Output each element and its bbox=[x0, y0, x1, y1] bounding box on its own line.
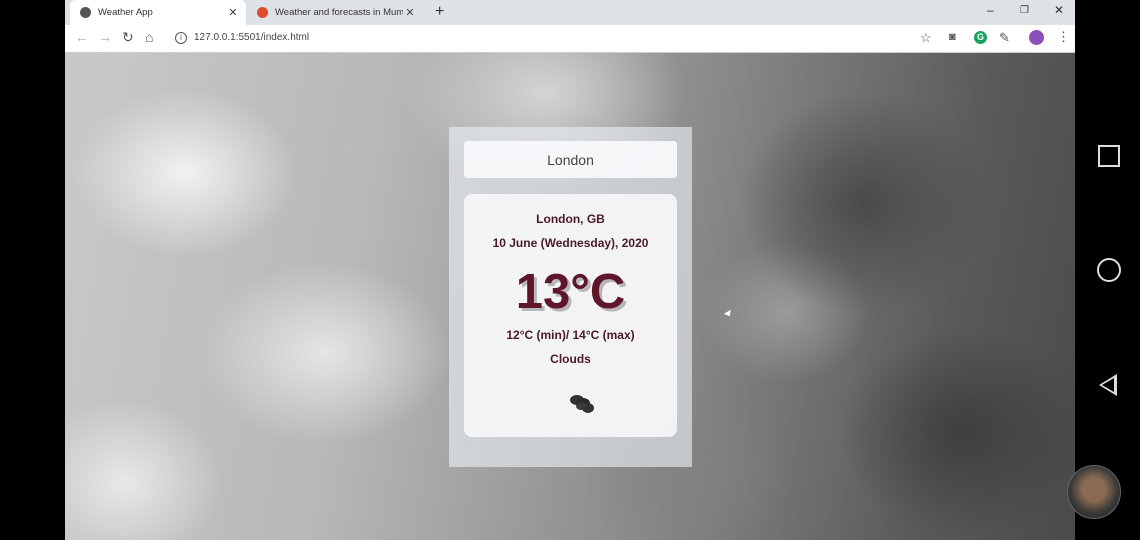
browser-window: Weather App ✕ Weather and forecasts in M… bbox=[65, 0, 1075, 540]
android-nav-bar bbox=[1075, 0, 1140, 540]
city-search-input[interactable] bbox=[464, 141, 677, 178]
close-tab-icon[interactable]: ✕ bbox=[403, 6, 417, 19]
home-icon[interactable]: ⌂ bbox=[145, 29, 153, 45]
minimize-button[interactable]: – bbox=[987, 3, 994, 17]
back-triangle-icon[interactable] bbox=[1099, 374, 1117, 396]
forward-arrow-icon[interactable]: → bbox=[98, 29, 112, 45]
grammarly-extension-icon[interactable]: G bbox=[974, 31, 987, 44]
back-arrow-icon[interactable]: ← bbox=[75, 29, 89, 45]
favicon-icon bbox=[257, 7, 268, 18]
close-tab-icon[interactable]: ✕ bbox=[226, 6, 240, 19]
page-viewport: London, GB 10 June (Wednesday), 2020 13°… bbox=[65, 53, 1075, 540]
weather-card: London, GB 10 June (Wednesday), 2020 13°… bbox=[464, 194, 677, 437]
city-name: London, GB bbox=[536, 212, 605, 226]
camera-icon[interactable]: ◙ bbox=[949, 31, 956, 43]
globe-icon bbox=[80, 7, 91, 18]
close-window-button[interactable]: ✕ bbox=[1054, 3, 1064, 17]
weather-app-container: London, GB 10 June (Wednesday), 2020 13°… bbox=[449, 127, 692, 467]
tab-weather-app[interactable]: Weather App ✕ bbox=[70, 0, 246, 25]
profile-avatar[interactable] bbox=[1029, 30, 1044, 45]
clouds-icon bbox=[570, 395, 594, 413]
info-icon[interactable]: i bbox=[175, 32, 187, 44]
restore-button[interactable]: ❐ bbox=[1020, 5, 1029, 16]
reload-icon[interactable]: ↻ bbox=[122, 29, 134, 46]
recent-apps-icon[interactable] bbox=[1098, 145, 1120, 167]
tab-title: Weather and forecasts in Mumba bbox=[275, 7, 403, 18]
home-button-icon[interactable] bbox=[1097, 258, 1121, 282]
date-text: 10 June (Wednesday), 2020 bbox=[492, 236, 649, 250]
temperature: 13°C bbox=[515, 265, 626, 319]
tab-title: Weather App bbox=[98, 7, 153, 18]
bookmark-star-icon[interactable]: ☆ bbox=[920, 30, 932, 46]
new-tab-button[interactable]: + bbox=[435, 3, 444, 21]
min-max-temperature: 12°C (min)/ 14°C (max) bbox=[506, 328, 635, 342]
tab-strip: Weather App ✕ Weather and forecasts in M… bbox=[65, 0, 1075, 25]
address-toolbar: ← → ↻ ⌂ i 127.0.0.1:5501/index.html ☆ ◙ … bbox=[65, 25, 1075, 53]
mouse-cursor bbox=[723, 309, 734, 319]
weather-condition: Clouds bbox=[550, 352, 591, 366]
webcam-overlay bbox=[1067, 465, 1121, 519]
tab-weather-forecasts[interactable]: Weather and forecasts in Mumba ✕ bbox=[247, 0, 423, 25]
menu-dots-icon[interactable]: ⋮ bbox=[1057, 29, 1070, 45]
eyedropper-icon[interactable]: ✎ bbox=[999, 30, 1010, 46]
url-field[interactable]: 127.0.0.1:5501/index.html bbox=[194, 32, 309, 43]
